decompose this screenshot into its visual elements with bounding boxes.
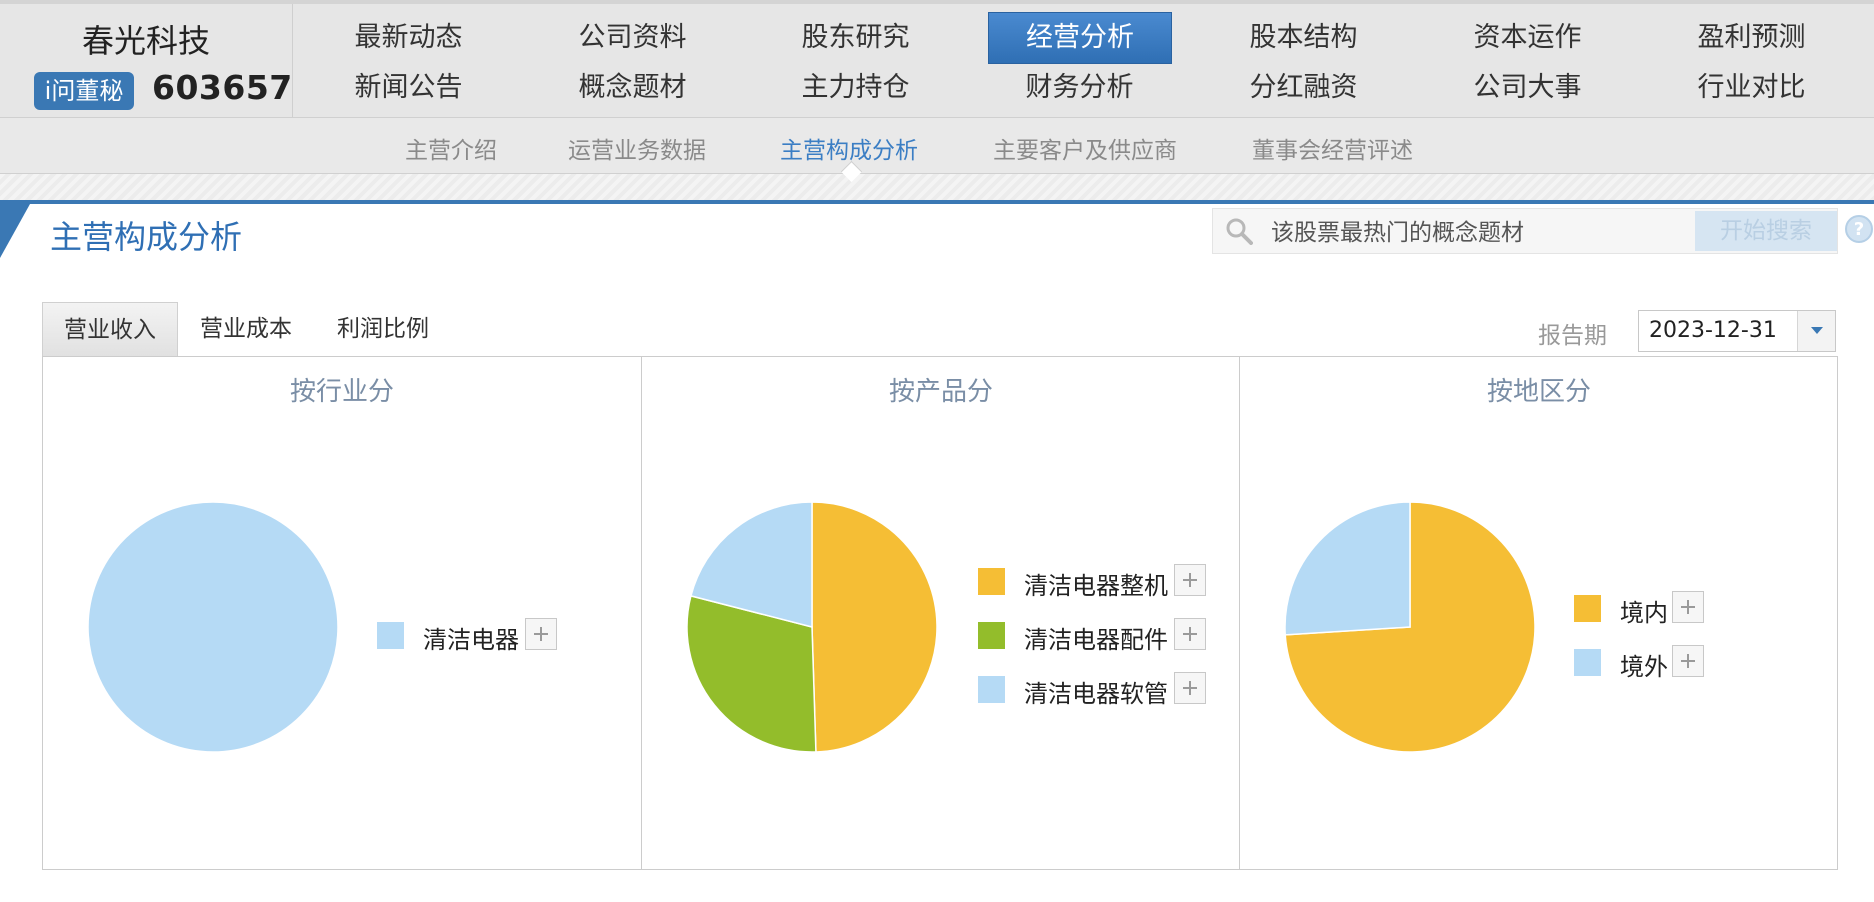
expand-plus-icon[interactable]: [525, 618, 557, 650]
nav-item-company-events[interactable]: 公司大事: [1436, 66, 1619, 110]
legend-swatch: [978, 622, 1005, 649]
legend-swatch: [1574, 649, 1601, 676]
nav-item-industry-comparison[interactable]: 行业对比: [1660, 66, 1843, 110]
legend-label: 境外: [1620, 653, 1668, 681]
chart-panel-product: 按产品分 清洁电器整机 清洁电器配件 清洁电器软管: [641, 357, 1240, 869]
nav-item-financial-analysis[interactable]: 财务分析: [988, 66, 1171, 110]
tab-cost[interactable]: 营业成本: [180, 302, 312, 356]
subnav-item-composition-analysis[interactable]: 主营构成分析: [780, 131, 918, 165]
legend-swatch: [978, 676, 1005, 703]
expand-plus-icon[interactable]: [1672, 591, 1704, 623]
legend-label: 境内: [1620, 599, 1668, 627]
subnav-item-operating-data[interactable]: 运营业务数据: [568, 131, 706, 165]
nav-item-capital-operation[interactable]: 资本运作: [1436, 16, 1619, 60]
legend-label: 清洁电器配件: [1024, 626, 1168, 654]
stock-name: 春光科技: [81, 22, 210, 60]
report-period-value: 2023-12-31: [1649, 318, 1777, 343]
pie-chart-region: [1284, 501, 1536, 753]
chevron-down-icon: [1811, 327, 1823, 334]
tab-revenue[interactable]: 营业收入: [42, 302, 178, 356]
expand-plus-icon[interactable]: [1174, 618, 1206, 650]
report-period-label: 报告期: [1538, 323, 1607, 349]
nav-item-company-info[interactable]: 公司资料: [541, 16, 724, 60]
ask-secretary-badge[interactable]: i问董秘: [34, 72, 134, 110]
legend-swatch: [377, 622, 404, 649]
expand-plus-icon[interactable]: [1174, 672, 1206, 704]
report-period-select[interactable]: 2023-12-31: [1638, 310, 1836, 352]
stock-info: 春光科技 i问董秘 603657: [0, 4, 293, 117]
legend-label: 清洁电器: [423, 626, 519, 654]
nav-item-dividend-financing[interactable]: 分红融资: [1212, 66, 1395, 110]
search-button[interactable]: 开始搜索: [1695, 211, 1837, 251]
subnav-item-customers-suppliers[interactable]: 主要客户及供应商: [993, 131, 1177, 165]
sub-navigation: 主营介绍 运营业务数据 主营构成分析 主要客户及供应商 董事会经营评述: [0, 117, 1874, 174]
subnav-item-business-intro[interactable]: 主营介绍: [405, 131, 497, 165]
legend-label: 清洁电器整机: [1024, 572, 1168, 600]
chart-panel-industry: 按行业分 清洁电器: [43, 357, 641, 869]
section-corner-accent: [0, 204, 30, 258]
pie-slice-1[interactable]: [87, 501, 339, 753]
nav-item-shareholder-research[interactable]: 股东研究: [764, 16, 947, 60]
concept-search: 开始搜索: [1212, 208, 1838, 254]
pie-slice-2[interactable]: [1284, 501, 1411, 636]
expand-plus-icon[interactable]: [1672, 645, 1704, 677]
legend-swatch: [1574, 595, 1601, 622]
legend-swatch: [978, 568, 1005, 595]
nav-item-operation-analysis[interactable]: 经营分析: [988, 12, 1172, 64]
stock-code: 603657: [152, 68, 293, 107]
search-input[interactable]: [1269, 215, 1673, 251]
nav-item-capital-structure[interactable]: 股本结构: [1212, 16, 1395, 60]
expand-plus-icon[interactable]: [1174, 564, 1206, 596]
divider-stripe: [0, 174, 1874, 200]
section-title: 主营构成分析: [50, 218, 243, 256]
pie-chart-industry: [87, 501, 339, 753]
pie-chart-product: [686, 501, 938, 753]
tab-profit-ratio[interactable]: 利润比例: [318, 302, 448, 356]
legend-label: 清洁电器软管: [1024, 680, 1168, 708]
top-navigation: 春光科技 i问董秘 603657 最新动态 公司资料 股东研究 经营分析 股本结…: [0, 0, 1874, 117]
nav-item-profit-forecast[interactable]: 盈利预测: [1660, 16, 1843, 60]
help-icon[interactable]: ?: [1844, 214, 1874, 244]
subnav-item-board-review[interactable]: 董事会经营评述: [1252, 131, 1413, 165]
pie-slice-1[interactable]: [811, 501, 938, 753]
nav-item-latest-news[interactable]: 最新动态: [317, 16, 500, 60]
nav-item-main-holdings[interactable]: 主力持仓: [764, 66, 947, 110]
chart-panel-region: 按地区分 境内 境外: [1239, 357, 1838, 869]
svg-text:?: ?: [1854, 219, 1864, 240]
nav-item-concepts[interactable]: 概念题材: [541, 66, 724, 110]
nav-item-announcements[interactable]: 新闻公告: [317, 66, 500, 110]
chart-panels: 按行业分 清洁电器 按产品分 清洁电器整机 清洁电器配件 清洁电器软管 按地区分: [42, 356, 1838, 870]
section-header: 主营构成分析 开始搜索: [0, 200, 1874, 258]
search-icon: [1226, 218, 1253, 245]
dropdown-arrow[interactable]: [1797, 311, 1835, 351]
